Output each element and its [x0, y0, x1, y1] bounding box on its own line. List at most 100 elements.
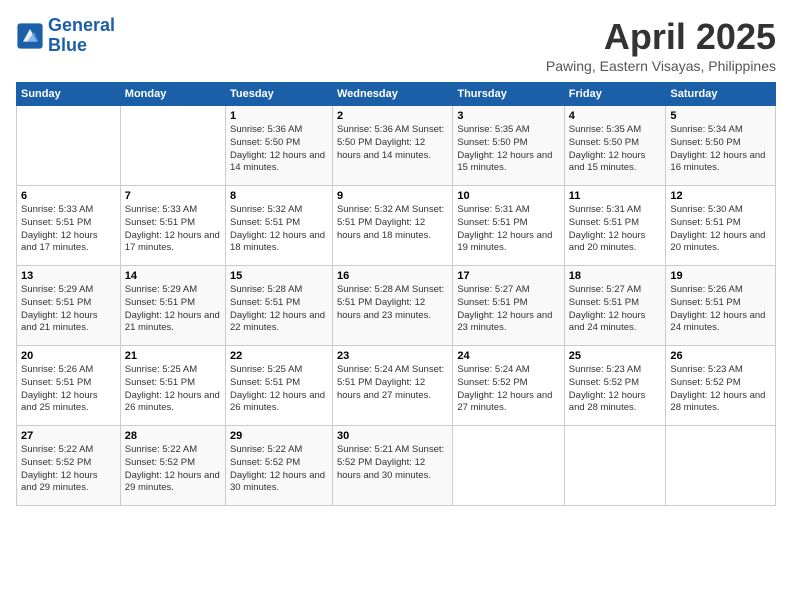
day-number: 23: [337, 350, 448, 362]
day-info: Sunrise: 5:23 AM Sunset: 5:52 PM Dayligh…: [569, 364, 662, 415]
day-cell: [453, 426, 564, 506]
day-info: Sunrise: 5:25 AM Sunset: 5:51 PM Dayligh…: [125, 364, 221, 415]
day-cell: 10Sunrise: 5:31 AM Sunset: 5:51 PM Dayli…: [453, 186, 564, 266]
day-info: Sunrise: 5:31 AM Sunset: 5:51 PM Dayligh…: [569, 204, 662, 255]
day-number: 29: [230, 430, 328, 442]
day-number: 15: [230, 270, 328, 282]
day-info: Sunrise: 5:34 AM Sunset: 5:50 PM Dayligh…: [670, 124, 771, 175]
day-cell: 9Sunrise: 5:32 AM Sunset: 5:51 PM Daylig…: [332, 186, 452, 266]
day-info: Sunrise: 5:28 AM Sunset: 5:51 PM Dayligh…: [337, 284, 448, 322]
day-cell: 24Sunrise: 5:24 AM Sunset: 5:52 PM Dayli…: [453, 346, 564, 426]
day-number: 11: [569, 190, 662, 202]
day-info: Sunrise: 5:36 AM Sunset: 5:50 PM Dayligh…: [230, 124, 328, 175]
day-number: 7: [125, 190, 221, 202]
header-thursday: Thursday: [453, 83, 564, 106]
day-cell: 11 Sunrise: 5:31 AM Sunset: 5:51 PM Dayli…: [564, 186, 666, 266]
day-number: 4: [569, 110, 662, 122]
day-number: 8: [230, 190, 328, 202]
day-cell: 13 Sunrise: 5:29 AM Sunset: 5:51 PM Dayli…: [17, 266, 121, 346]
calendar-header-row: SundayMondayTuesdayWednesdayThursdayFrid…: [17, 83, 776, 106]
day-info: Sunrise: 5:29 AM Sunset: 5:51 PM Dayligh…: [125, 284, 221, 335]
day-number: 21: [125, 350, 221, 362]
week-row-4: 20 Sunrise: 5:26 AM Sunset: 5:51 PM Dayli…: [17, 346, 776, 426]
day-info: Sunrise: 5:27 AM Sunset: 5:51 PM Dayligh…: [457, 284, 559, 335]
logo: General Blue: [16, 16, 115, 56]
day-cell: 5 Sunrise: 5:34 AM Sunset: 5:50 PM Daylig…: [666, 106, 776, 186]
day-info: Sunrise: 5:22 AM Sunset: 5:52 PM Dayligh…: [21, 444, 116, 495]
day-cell: 21 Sunrise: 5:25 AM Sunset: 5:51 PM Dayli…: [120, 346, 225, 426]
day-cell: 8 Sunrise: 5:32 AM Sunset: 5:51 PM Daylig…: [225, 186, 332, 266]
day-cell: 25 Sunrise: 5:23 AM Sunset: 5:52 PM Dayli…: [564, 346, 666, 426]
day-cell: [17, 106, 121, 186]
day-cell: 26 Sunrise: 5:23 AM Sunset: 5:52 PM Dayli…: [666, 346, 776, 426]
day-number: 27: [21, 430, 116, 442]
day-info: Sunrise: 5:24 AM Sunset: 5:52 PM Dayligh…: [457, 364, 559, 415]
day-info: Sunrise: 5:27 AM Sunset: 5:51 PM Dayligh…: [569, 284, 662, 335]
day-number: 20: [21, 350, 116, 362]
day-info: Sunrise: 5:25 AM Sunset: 5:51 PM Dayligh…: [230, 364, 328, 415]
day-info: Sunrise: 5:33 AM Sunset: 5:51 PM Dayligh…: [125, 204, 221, 255]
day-info: Sunrise: 5:28 AM Sunset: 5:51 PM Dayligh…: [230, 284, 328, 335]
day-cell: 19Sunrise: 5:26 AM Sunset: 5:51 PM Dayli…: [666, 266, 776, 346]
month-title: April 2025: [546, 16, 776, 58]
day-cell: 7 Sunrise: 5:33 AM Sunset: 5:51 PM Daylig…: [120, 186, 225, 266]
day-info: Sunrise: 5:24 AM Sunset: 5:51 PM Dayligh…: [337, 364, 448, 402]
logo-text: General Blue: [48, 16, 115, 56]
day-info: Sunrise: 5:32 AM Sunset: 5:51 PM Dayligh…: [230, 204, 328, 255]
day-number: 18: [569, 270, 662, 282]
header-friday: Friday: [564, 83, 666, 106]
day-number: 14: [125, 270, 221, 282]
location-subtitle: Pawing, Eastern Visayas, Philippines: [546, 58, 776, 74]
day-cell: [564, 426, 666, 506]
day-info: Sunrise: 5:22 AM Sunset: 5:52 PM Dayligh…: [125, 444, 221, 495]
header-sunday: Sunday: [17, 83, 121, 106]
day-info: Sunrise: 5:26 AM Sunset: 5:51 PM Dayligh…: [21, 364, 116, 415]
day-cell: 14 Sunrise: 5:29 AM Sunset: 5:51 PM Dayli…: [120, 266, 225, 346]
day-info: Sunrise: 5:30 AM Sunset: 5:51 PM Dayligh…: [670, 204, 771, 255]
day-cell: 1 Sunrise: 5:36 AM Sunset: 5:50 PM Daylig…: [225, 106, 332, 186]
week-row-1: 1 Sunrise: 5:36 AM Sunset: 5:50 PM Daylig…: [17, 106, 776, 186]
day-number: 17: [457, 270, 559, 282]
day-cell: 20 Sunrise: 5:26 AM Sunset: 5:51 PM Dayli…: [17, 346, 121, 426]
day-number: 1: [230, 110, 328, 122]
day-number: 25: [569, 350, 662, 362]
day-number: 22: [230, 350, 328, 362]
day-cell: 12Sunrise: 5:30 AM Sunset: 5:51 PM Dayli…: [666, 186, 776, 266]
day-cell: 16Sunrise: 5:28 AM Sunset: 5:51 PM Dayli…: [332, 266, 452, 346]
day-number: 13: [21, 270, 116, 282]
day-info: Sunrise: 5:21 AM Sunset: 5:52 PM Dayligh…: [337, 444, 448, 482]
day-number: 5: [670, 110, 771, 122]
day-cell: 15 Sunrise: 5:28 AM Sunset: 5:51 PM Dayli…: [225, 266, 332, 346]
day-info: Sunrise: 5:23 AM Sunset: 5:52 PM Dayligh…: [670, 364, 771, 415]
day-number: 26: [670, 350, 771, 362]
header-wednesday: Wednesday: [332, 83, 452, 106]
day-info: Sunrise: 5:36 AM Sunset: 5:50 PM Dayligh…: [337, 124, 448, 162]
day-cell: 4 Sunrise: 5:35 AM Sunset: 5:50 PM Daylig…: [564, 106, 666, 186]
header-monday: Monday: [120, 83, 225, 106]
day-cell: 23 Sunrise: 5:24 AM Sunset: 5:51 PM Dayli…: [332, 346, 452, 426]
calendar-table: SundayMondayTuesdayWednesdayThursdayFrid…: [16, 82, 776, 506]
day-cell: 30Sunrise: 5:21 AM Sunset: 5:52 PM Dayli…: [332, 426, 452, 506]
title-block: April 2025 Pawing, Eastern Visayas, Phil…: [546, 16, 776, 74]
day-info: Sunrise: 5:26 AM Sunset: 5:51 PM Dayligh…: [670, 284, 771, 335]
day-cell: [666, 426, 776, 506]
day-info: Sunrise: 5:29 AM Sunset: 5:51 PM Dayligh…: [21, 284, 116, 335]
day-cell: 27 Sunrise: 5:22 AM Sunset: 5:52 PM Dayli…: [17, 426, 121, 506]
day-cell: 3Sunrise: 5:35 AM Sunset: 5:50 PM Daylig…: [453, 106, 564, 186]
day-info: Sunrise: 5:32 AM Sunset: 5:51 PM Dayligh…: [337, 204, 448, 242]
day-info: Sunrise: 5:35 AM Sunset: 5:50 PM Dayligh…: [457, 124, 559, 175]
header-tuesday: Tuesday: [225, 83, 332, 106]
day-cell: 2 Sunrise: 5:36 AM Sunset: 5:50 PM Daylig…: [332, 106, 452, 186]
page-header: General Blue April 2025 Pawing, Eastern …: [16, 16, 776, 74]
day-number: 28: [125, 430, 221, 442]
day-cell: 17 Sunrise: 5:27 AM Sunset: 5:51 PM Dayli…: [453, 266, 564, 346]
day-number: 2: [337, 110, 448, 122]
day-cell: 22 Sunrise: 5:25 AM Sunset: 5:51 PM Dayli…: [225, 346, 332, 426]
day-info: Sunrise: 5:31 AM Sunset: 5:51 PM Dayligh…: [457, 204, 559, 255]
day-cell: 29Sunrise: 5:22 AM Sunset: 5:52 PM Dayli…: [225, 426, 332, 506]
day-cell: [120, 106, 225, 186]
week-row-3: 13 Sunrise: 5:29 AM Sunset: 5:51 PM Dayli…: [17, 266, 776, 346]
day-cell: 18 Sunrise: 5:27 AM Sunset: 5:51 PM Dayli…: [564, 266, 666, 346]
day-number: 6: [21, 190, 116, 202]
day-info: Sunrise: 5:35 AM Sunset: 5:50 PM Dayligh…: [569, 124, 662, 175]
